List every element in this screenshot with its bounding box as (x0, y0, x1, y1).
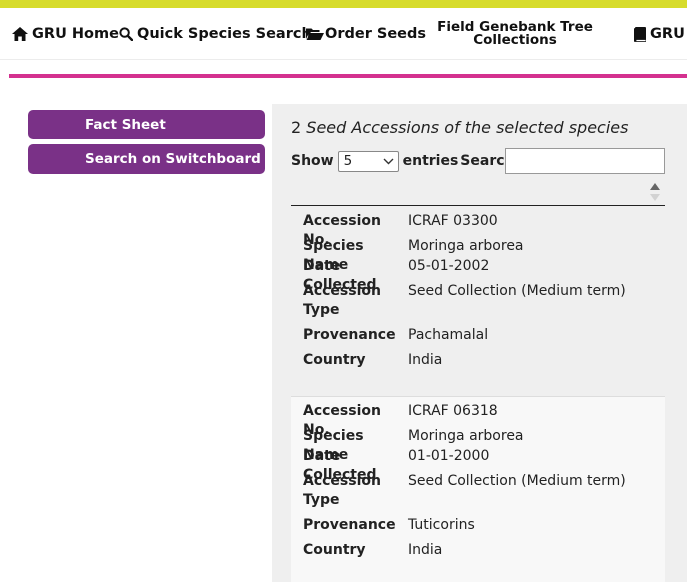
chevron-down-icon (383, 153, 394, 169)
provenance-value: Pachamalal (408, 327, 489, 343)
panel-title-count: 2 (291, 118, 302, 137)
table-length-control: Show 5 entries Search: (291, 149, 520, 173)
nav-quick-species-search[interactable]: Quick Species Search (119, 8, 312, 60)
nav-order-seeds-label: Order Seeds (325, 26, 427, 42)
accession-record: Accession No. ICRAF 06318 Species Name M… (291, 396, 665, 582)
nav-gru-item[interactable]: GRU I (634, 8, 687, 60)
species-name-value: Moringa arborea (408, 428, 524, 444)
nav-field-genebank-line2: Collections (473, 32, 557, 48)
panel-title: 2 Seed Accessions of the selected specie… (291, 118, 628, 137)
accession-no-value: ICRAF 03300 (408, 213, 498, 229)
date-collected-value: 05-01-2002 (408, 258, 490, 274)
panel-title-text: Seed Accessions of the selected species (306, 118, 629, 137)
folder-open-icon (306, 27, 324, 41)
date-collected-value: 01-01-2000 (408, 448, 490, 464)
country-value: India (408, 352, 443, 368)
header-divider-bar (9, 74, 687, 78)
entries-label: entries (402, 153, 459, 169)
search-icon (119, 27, 133, 41)
book-icon (634, 26, 646, 42)
provenance-label: Provenance (303, 327, 396, 343)
nav-field-genebank-tree-collections[interactable]: Field Genebank Tree Collections (437, 8, 593, 60)
home-icon (12, 27, 28, 41)
nav-gru-home[interactable]: GRU Home (12, 8, 119, 60)
search-input[interactable] (505, 148, 665, 174)
seed-accessions-panel: 2 Seed Accessions of the selected specie… (272, 104, 687, 582)
accession-type-label-line1: Accession (303, 473, 381, 489)
provenance-value: Tuticorins (408, 517, 475, 533)
accession-type-label-line2: Type (303, 302, 340, 318)
accession-type-value: Seed Collection (Medium term) (408, 473, 626, 489)
species-name-value: Moringa arborea (408, 238, 524, 254)
search-on-switchboard-button[interactable]: Search on Switchboard (28, 144, 265, 174)
nav-gru-item-label: GRU I (650, 26, 687, 42)
sort-icon[interactable] (648, 182, 662, 202)
provenance-label: Provenance (303, 517, 396, 533)
nav-gru-home-label: GRU Home (32, 26, 119, 42)
page-size-select[interactable]: 5 (337, 150, 399, 172)
accession-no-value: ICRAF 06318 (408, 403, 498, 419)
top-accent-stripe (0, 0, 687, 8)
fact-sheet-button-label: Fact Sheet (85, 116, 166, 133)
top-navigation: GRU Home Quick Species Search Order Seed… (0, 8, 687, 60)
search-on-switchboard-button-label: Search on Switchboard (85, 151, 261, 167)
nav-order-seeds[interactable]: Order Seeds (306, 8, 426, 60)
show-label: Show (291, 153, 334, 169)
country-label: Country (303, 352, 366, 368)
accession-record: Accession No. ICRAF 03300 Species Name M… (291, 206, 665, 396)
nav-quick-species-search-label: Quick Species Search (137, 26, 312, 42)
country-value: India (408, 542, 443, 558)
country-label: Country (303, 542, 366, 558)
accession-type-value: Seed Collection (Medium term) (408, 283, 626, 299)
accession-type-label-line1: Accession (303, 283, 381, 299)
fact-sheet-button[interactable]: Fact Sheet (28, 110, 265, 139)
page-size-value: 5 (343, 153, 353, 169)
accession-type-label-line2: Type (303, 492, 340, 508)
